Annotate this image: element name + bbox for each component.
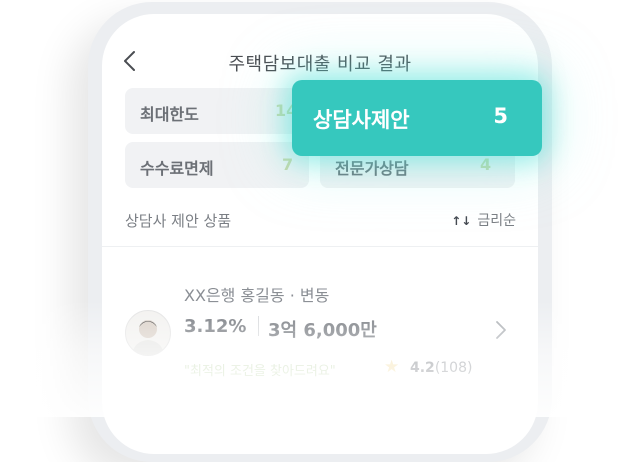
highlight-card-consultant[interactable]: 상담사제안 5: [292, 80, 542, 156]
summary-tile-max-limit[interactable]: 최대한도 14: [125, 88, 309, 134]
sort-label: 금리순: [477, 213, 516, 229]
star-icon: ★: [384, 357, 400, 377]
summary-count-fee-waiver: 7: [282, 155, 294, 174]
summary-label-fee-waiver: 수수료면제: [140, 159, 214, 178]
person-icon: [132, 320, 164, 355]
divider: [102, 246, 538, 247]
page-title: 주택담보대출 비교 결과: [228, 54, 412, 75]
review-count: (108): [434, 360, 473, 376]
loan-amount: 3억 6,000만: [268, 320, 377, 341]
interest-rate: 3.12%: [184, 316, 247, 337]
summary-label-expert: 전문가상담: [335, 159, 409, 178]
section-title: 상담사 제안 상품: [125, 212, 232, 230]
highlight-label: 상담사제안: [313, 108, 410, 132]
value-separator: [258, 316, 259, 336]
summary-label-max-limit: 최대한도: [140, 105, 199, 124]
sort-arrows-icon: ↑↓: [451, 214, 472, 228]
sort-button[interactable]: ↑↓ 금리순: [451, 210, 516, 230]
avatar: [125, 310, 171, 356]
bank-name: XX은행 홍길동 · 변동: [184, 286, 330, 305]
chevron-right-icon: [496, 321, 506, 339]
rating: 4.2(108): [410, 360, 472, 376]
advisor-quote: "최적의 조건을 찾아드려요": [184, 364, 336, 379]
rating-score: 4.2: [410, 360, 435, 376]
app-header: 주택담보대출 비교 결과: [102, 42, 538, 82]
summary-tile-fee-waiver[interactable]: 수수료면제 7: [125, 142, 309, 188]
summary-count-expert: 4: [480, 155, 492, 174]
highlight-count: 5: [493, 104, 508, 128]
